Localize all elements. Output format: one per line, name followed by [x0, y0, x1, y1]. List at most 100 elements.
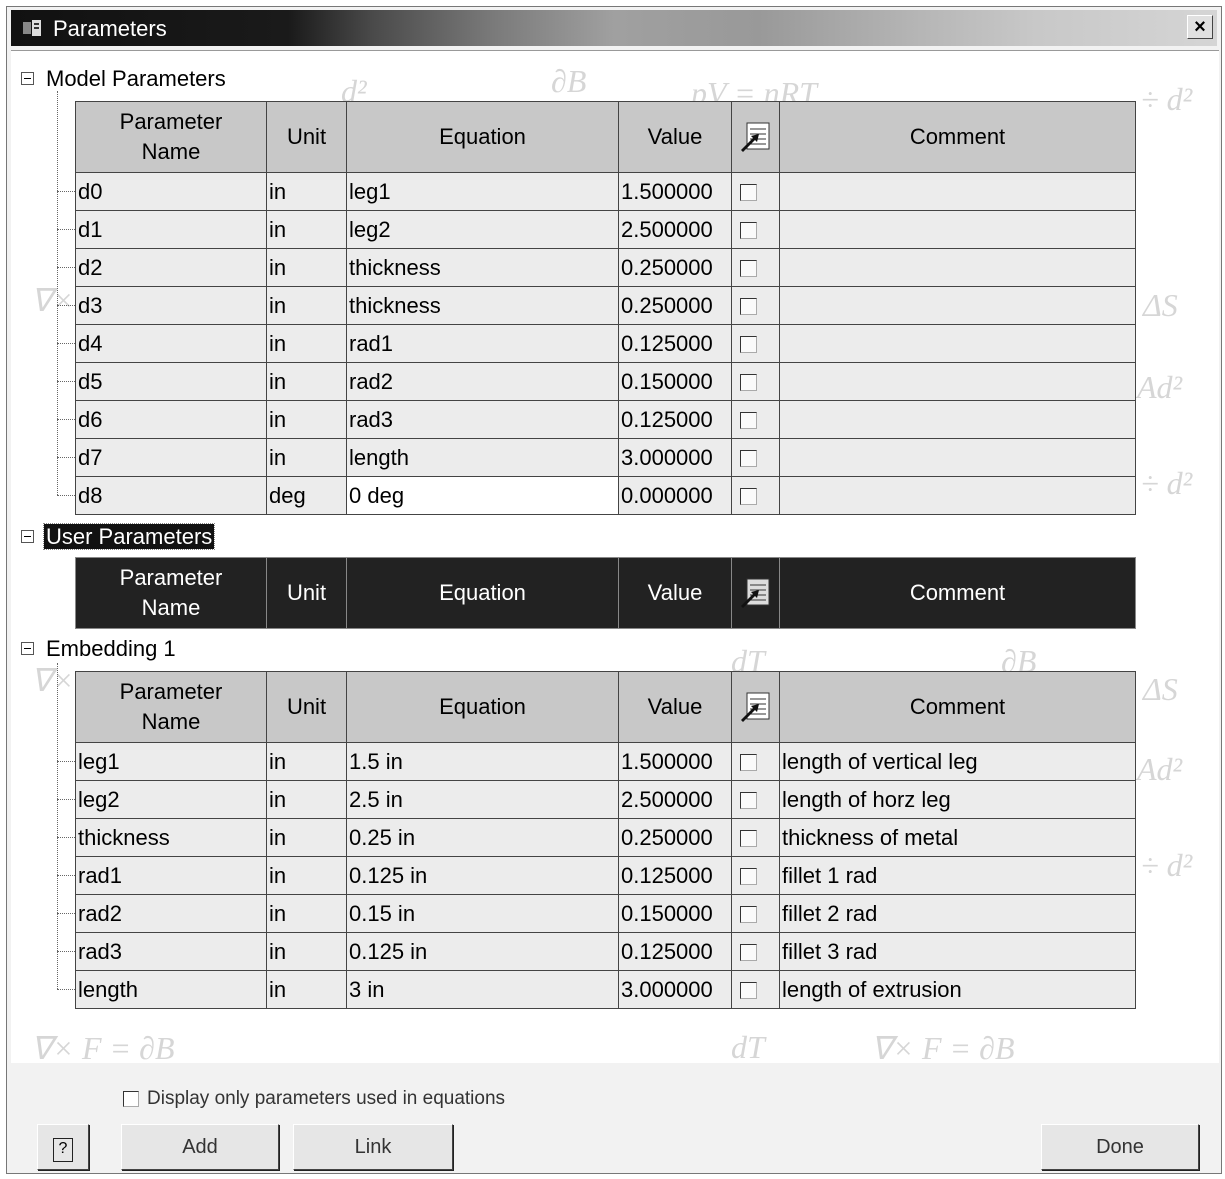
equation-cell[interactable]: 0.125 in	[346, 856, 619, 895]
row-checkbox[interactable]	[740, 374, 757, 392]
table-row[interactable]: leg1 in 1.5 in 1.500000 length of vertical l…	[75, 742, 1136, 781]
toggle-cell[interactable]	[731, 286, 780, 325]
table-row[interactable]: d0 in leg1 1.500000	[75, 172, 1136, 211]
toggle-header[interactable]	[731, 557, 780, 629]
row-checkbox[interactable]	[740, 906, 757, 924]
user-parameters-node[interactable]: User Parameters	[21, 523, 216, 551]
comment-cell[interactable]: length of vertical leg	[779, 742, 1136, 781]
close-button[interactable]: ×	[1187, 15, 1213, 39]
parameter-name-cell[interactable]: d3	[75, 286, 267, 325]
toggle-header[interactable]	[731, 101, 780, 173]
comment-cell[interactable]: thickness of metal	[779, 818, 1136, 857]
parameter-name-header[interactable]: Parameter Name	[75, 557, 267, 629]
toggle-cell[interactable]	[731, 780, 780, 819]
comment-header[interactable]: Comment	[779, 557, 1136, 629]
parameter-name-cell[interactable]: d2	[75, 248, 267, 287]
parameter-name-cell[interactable]: d6	[75, 400, 267, 439]
parameter-name-cell[interactable]: d8	[75, 476, 267, 515]
table-row[interactable]: thickness in 0.25 in 0.250000 thickness of m…	[75, 818, 1136, 857]
equation-cell[interactable]: rad2	[346, 362, 619, 401]
user-parameters-table[interactable]: Parameter Name Unit Equation Value Comment	[75, 557, 1136, 629]
row-checkbox[interactable]	[740, 830, 757, 848]
equation-cell[interactable]: 0 deg	[346, 476, 619, 515]
parameter-name-cell[interactable]: d5	[75, 362, 267, 401]
comment-cell[interactable]: length of extrusion	[779, 970, 1136, 1009]
unit-cell[interactable]: in	[266, 286, 347, 325]
value-header[interactable]: Value	[618, 101, 732, 173]
unit-cell[interactable]: in	[266, 438, 347, 477]
unit-cell[interactable]: in	[266, 400, 347, 439]
collapse-icon[interactable]	[21, 641, 34, 655]
unit-cell[interactable]: in	[266, 248, 347, 287]
row-checkbox[interactable]	[740, 944, 757, 962]
comment-cell[interactable]	[779, 476, 1136, 515]
comment-cell[interactable]	[779, 438, 1136, 477]
parameter-name-cell[interactable]: thickness	[75, 818, 267, 857]
model-parameters-node[interactable]: Model Parameters	[21, 65, 228, 93]
toggle-header[interactable]	[731, 671, 780, 743]
equation-cell[interactable]: 0.25 in	[346, 818, 619, 857]
parameter-name-cell[interactable]: d0	[75, 172, 267, 211]
comment-cell[interactable]	[779, 400, 1136, 439]
equation-header[interactable]: Equation	[346, 671, 619, 743]
table-export-icon[interactable]	[739, 576, 773, 610]
equation-cell[interactable]: 0.15 in	[346, 894, 619, 933]
toggle-cell[interactable]	[731, 172, 780, 211]
toggle-cell[interactable]	[731, 248, 780, 287]
unit-cell[interactable]: in	[266, 172, 347, 211]
parameter-name-cell[interactable]: length	[75, 970, 267, 1009]
comment-cell[interactable]	[779, 210, 1136, 249]
row-checkbox[interactable]	[740, 868, 757, 886]
value-header[interactable]: Value	[618, 557, 732, 629]
done-button[interactable]: Done	[1041, 1124, 1199, 1170]
row-checkbox[interactable]	[740, 184, 757, 202]
toggle-cell[interactable]	[731, 970, 780, 1009]
value-header[interactable]: Value	[618, 671, 732, 743]
equation-header[interactable]: Equation	[346, 101, 619, 173]
unit-cell[interactable]: in	[266, 818, 347, 857]
parameter-name-cell[interactable]: rad3	[75, 932, 267, 971]
model-parameters-table[interactable]: Parameter Name Unit Equation Value Comment d0 i…	[75, 101, 1136, 515]
equation-cell[interactable]: length	[346, 438, 619, 477]
unit-header[interactable]: Unit	[266, 557, 347, 629]
comment-header[interactable]: Comment	[779, 671, 1136, 743]
link-button[interactable]: Link	[293, 1124, 453, 1170]
unit-cell[interactable]: in	[266, 780, 347, 819]
embedding-parameters-table[interactable]: Parameter Name Unit Equation Value Comment leg…	[75, 671, 1136, 1009]
table-row[interactable]: rad1 in 0.125 in 0.125000 fillet 1 rad	[75, 856, 1136, 895]
unit-cell[interactable]: in	[266, 970, 347, 1009]
equation-cell[interactable]: 2.5 in	[346, 780, 619, 819]
equation-cell[interactable]: rad1	[346, 324, 619, 363]
table-row[interactable]: d7 in length 3.000000	[75, 438, 1136, 477]
toggle-cell[interactable]	[731, 400, 780, 439]
table-row[interactable]: d3 in thickness 0.250000	[75, 286, 1136, 325]
table-row[interactable]: d2 in thickness 0.250000	[75, 248, 1136, 287]
embedding-1-node[interactable]: Embedding 1	[21, 635, 178, 663]
equation-cell[interactable]: 3 in	[346, 970, 619, 1009]
unit-cell[interactable]: in	[266, 894, 347, 933]
equation-cell[interactable]: 1.5 in	[346, 742, 619, 781]
row-checkbox[interactable]	[740, 298, 757, 316]
table-row[interactable]: length in 3 in 3.000000 length of extrusion	[75, 970, 1136, 1009]
toggle-cell[interactable]	[731, 742, 780, 781]
toggle-cell[interactable]	[731, 362, 780, 401]
comment-cell[interactable]	[779, 324, 1136, 363]
equation-header[interactable]: Equation	[346, 557, 619, 629]
unit-cell[interactable]: in	[266, 742, 347, 781]
comment-cell[interactable]: fillet 2 rad	[779, 894, 1136, 933]
checkbox[interactable]	[123, 1090, 139, 1107]
comment-cell[interactable]: length of horz leg	[779, 780, 1136, 819]
row-checkbox[interactable]	[740, 982, 757, 1000]
equation-cell[interactable]: rad3	[346, 400, 619, 439]
parameter-name-cell[interactable]: d4	[75, 324, 267, 363]
equation-cell[interactable]: leg2	[346, 210, 619, 249]
toggle-cell[interactable]	[731, 438, 780, 477]
parameter-name-header[interactable]: Parameter Name	[75, 671, 267, 743]
row-checkbox[interactable]	[740, 412, 757, 430]
table-row[interactable]: rad2 in 0.15 in 0.150000 fillet 2 rad	[75, 894, 1136, 933]
parameter-name-cell[interactable]: leg2	[75, 780, 267, 819]
unit-header[interactable]: Unit	[266, 671, 347, 743]
comment-cell[interactable]	[779, 172, 1136, 211]
comment-header[interactable]: Comment	[779, 101, 1136, 173]
parameter-name-cell[interactable]: leg1	[75, 742, 267, 781]
